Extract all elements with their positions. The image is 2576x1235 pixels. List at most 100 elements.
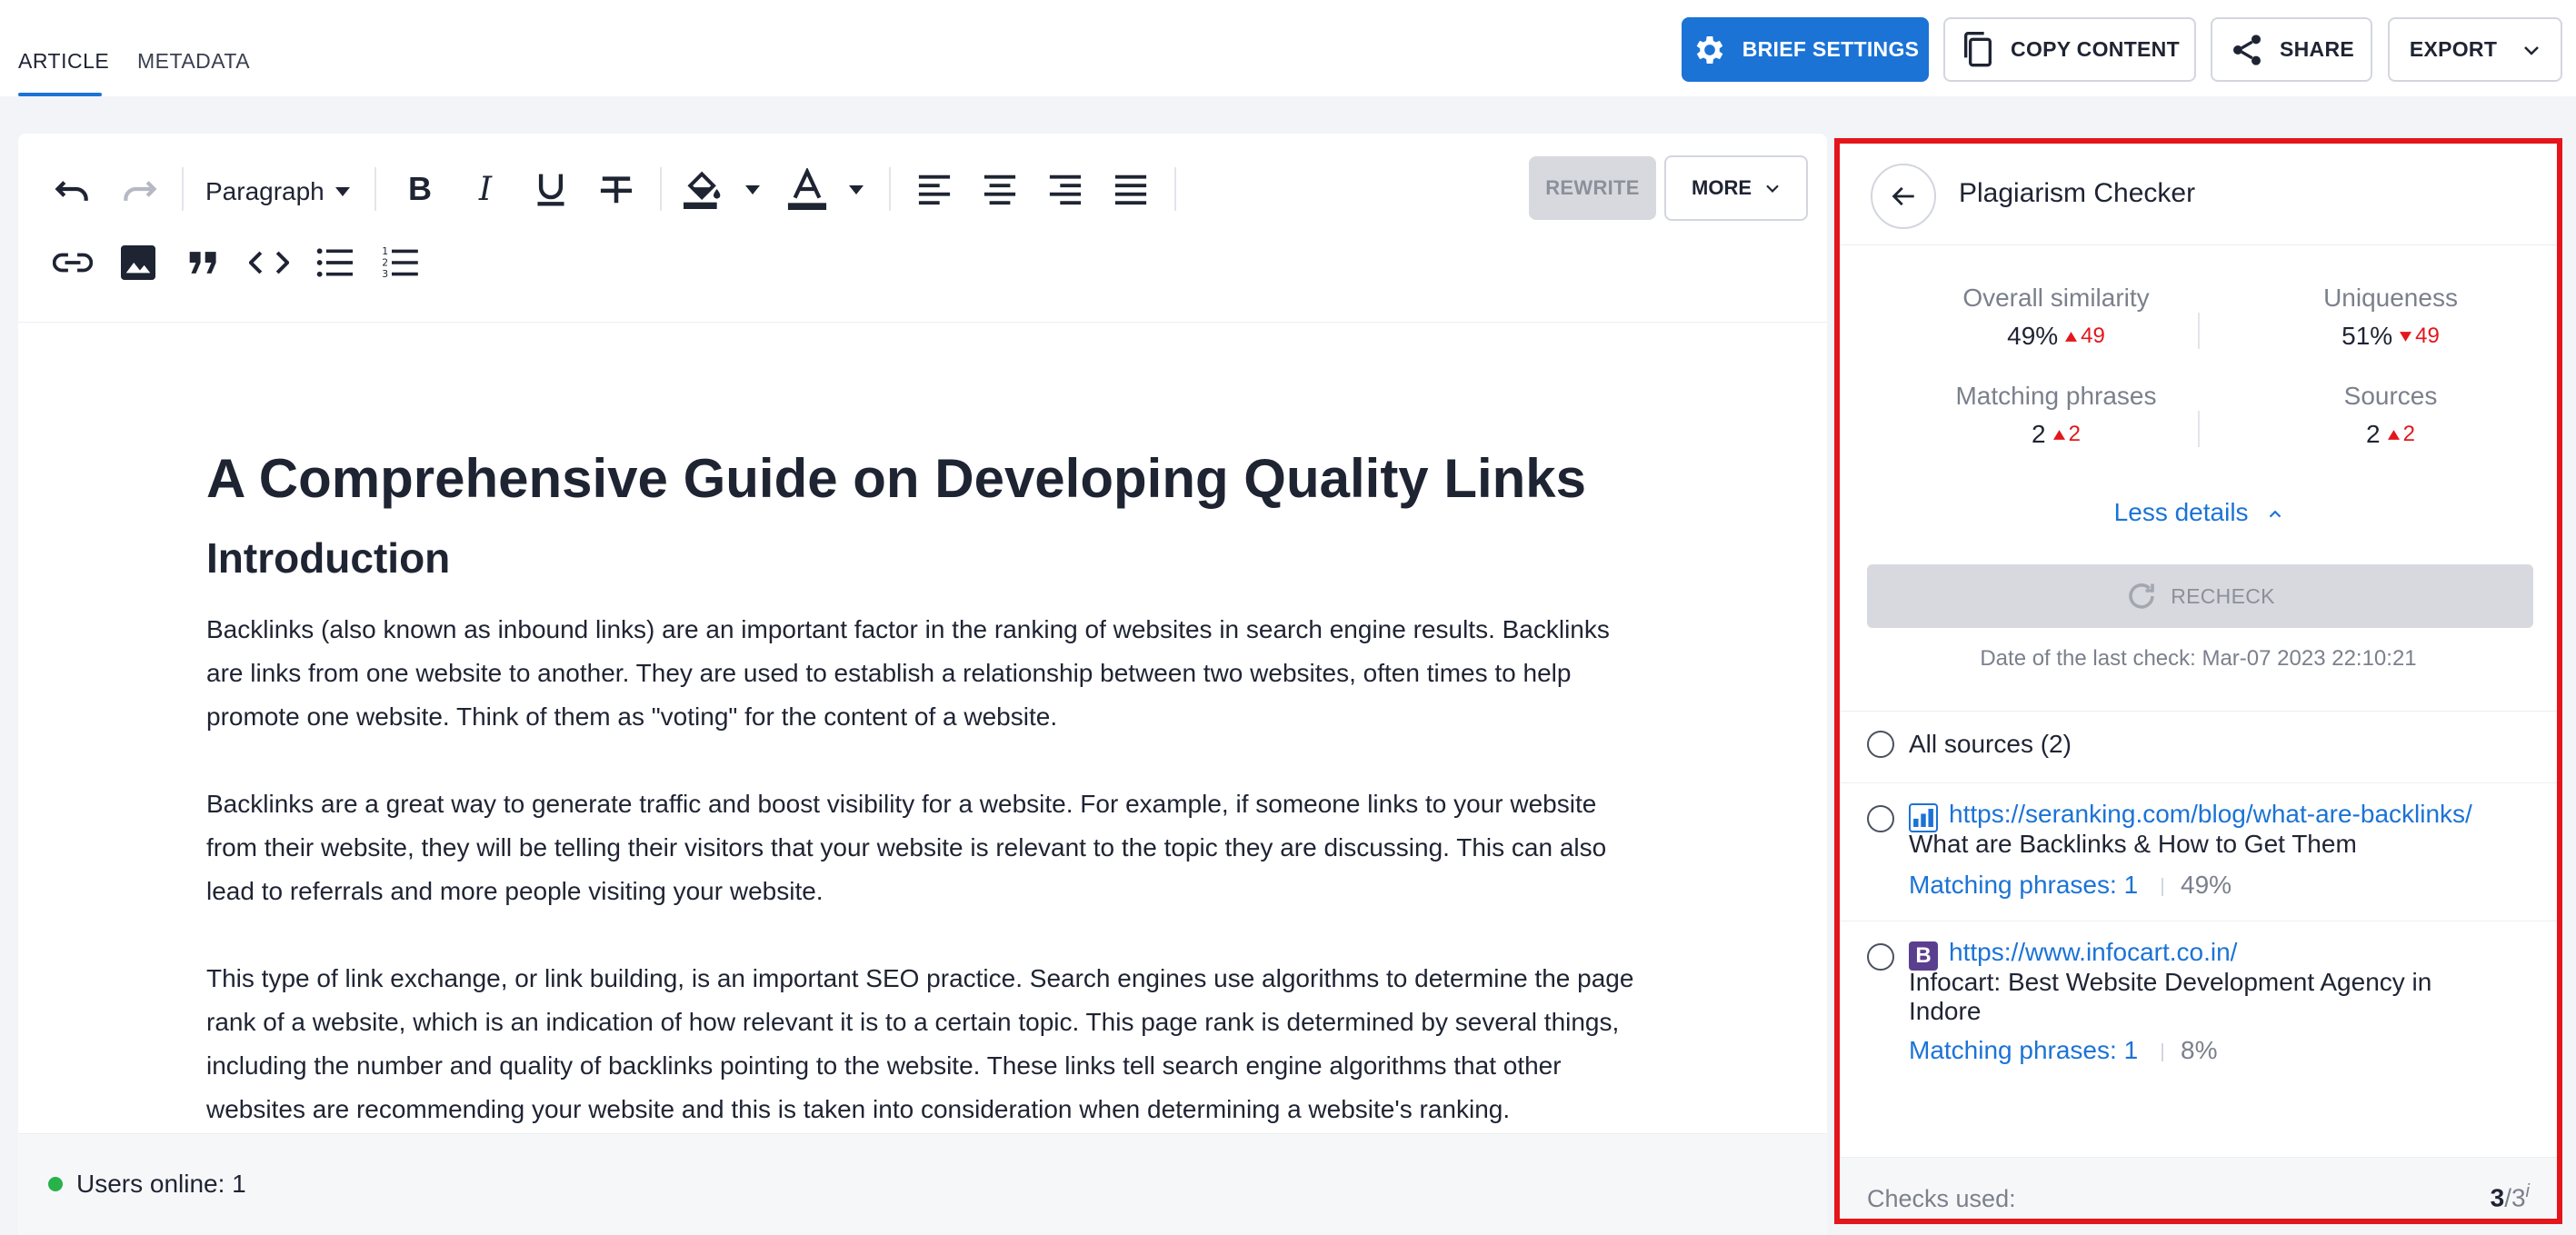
divider xyxy=(1840,711,2557,712)
stat-value: 2 xyxy=(2032,420,2046,448)
redo-icon[interactable] xyxy=(112,162,166,216)
image-icon[interactable] xyxy=(111,235,165,290)
checks-used-count: 3 xyxy=(2490,1183,2505,1212)
export-label: EXPORT xyxy=(2409,37,2498,61)
stat-label: Uniqueness xyxy=(2323,284,2458,312)
underline-icon[interactable] xyxy=(524,162,578,216)
source-url[interactable]: https://seranking.com/blog/what-are-back… xyxy=(1949,800,2512,829)
stat-overall-similarity: Overall similarity 49% 49 xyxy=(1892,284,2220,351)
strikethrough-icon[interactable] xyxy=(589,162,644,216)
all-sources-label[interactable]: All sources (2) xyxy=(1909,730,2072,759)
align-center-icon[interactable] xyxy=(973,162,1027,216)
source-url[interactable]: https://www.infocart.co.in/ xyxy=(1949,938,2512,967)
info-icon[interactable]: i xyxy=(2526,1181,2530,1201)
divider xyxy=(2162,878,2163,896)
checks-total: /3 xyxy=(2504,1183,2526,1212)
last-check-date: Date of the last check: Mar-07 2023 22:1… xyxy=(1980,646,2417,671)
stat-label: Sources xyxy=(2343,382,2438,410)
quote-icon[interactable] xyxy=(176,235,231,290)
share-icon xyxy=(2232,34,2261,65)
paragraph-style-select[interactable]: Paragraph xyxy=(205,164,350,219)
source-matching-phrases[interactable]: Matching phrases: 1 xyxy=(1909,1036,2138,1065)
copy-icon xyxy=(1964,31,1992,66)
stat-delta: 2 xyxy=(2068,422,2081,446)
source-percent: 8% xyxy=(2181,1036,2218,1064)
less-details-label: Less details xyxy=(2113,498,2249,526)
brief-settings-button[interactable]: BRIEF SETTINGS xyxy=(1682,17,1929,82)
gear-icon xyxy=(1696,35,1723,64)
italic-icon[interactable]: I xyxy=(458,162,513,216)
caret-down-icon[interactable] xyxy=(849,185,864,194)
stat-label: Matching phrases xyxy=(1955,382,2157,410)
toolbar-divider xyxy=(374,167,376,211)
copy-content-button[interactable]: COPY CONTENT xyxy=(1943,17,2196,82)
stat-delta: 49 xyxy=(2415,324,2440,348)
editor-toolbar: Paragraph B I REWRITE MORE 1 2 3 xyxy=(18,134,1827,323)
letter-b-favicon: B xyxy=(1909,941,1938,971)
source-radio[interactable] xyxy=(1867,805,1894,832)
stat-label: Overall similarity xyxy=(1962,284,2150,312)
stat-sources: Sources 2 2 xyxy=(2227,382,2554,449)
users-online: Users online: 1 xyxy=(76,1170,246,1198)
recheck-button[interactable]: RECHECK xyxy=(1867,564,2533,628)
panel-header: Plagiarism Checker xyxy=(1840,144,2557,245)
bullet-list-icon[interactable] xyxy=(307,235,362,290)
top-bar: ARTICLE METADATA BRIEF SETTINGS COPY CON… xyxy=(0,0,2576,96)
numbered-list-icon[interactable]: 123 xyxy=(373,235,427,290)
code-icon[interactable] xyxy=(242,235,296,290)
chevron-down-icon xyxy=(2524,45,2540,55)
active-tab-indicator xyxy=(18,93,102,96)
triangle-up-icon xyxy=(2065,331,2078,342)
toolbar-divider xyxy=(889,167,891,211)
online-status-dot xyxy=(48,1177,63,1191)
plagiarism-checker-panel: Plagiarism Checker Overall similarity 49… xyxy=(1834,138,2562,1224)
toolbar-divider xyxy=(182,167,184,211)
arrow-left-icon xyxy=(1892,186,1914,206)
tab-metadata[interactable]: METADATA xyxy=(137,49,250,74)
recheck-label: RECHECK xyxy=(2171,583,2275,608)
refresh-icon xyxy=(2129,583,2155,609)
align-justify-icon[interactable] xyxy=(1103,162,1158,216)
svg-text:2: 2 xyxy=(382,257,388,269)
rewrite-button[interactable]: REWRITE xyxy=(1529,156,1656,220)
caret-down-icon[interactable] xyxy=(745,185,760,194)
svg-text:3: 3 xyxy=(382,268,388,279)
stat-delta: 2 xyxy=(2402,422,2415,446)
toolbar-divider xyxy=(660,167,662,211)
source-title: Infocart: Best Website Development Agenc… xyxy=(1909,968,2432,1025)
back-button[interactable] xyxy=(1871,164,1936,229)
stat-delta: 49 xyxy=(2081,324,2105,348)
link-icon[interactable] xyxy=(45,235,100,290)
highlight-color-icon[interactable] xyxy=(676,162,731,216)
source-radio[interactable] xyxy=(1867,943,1894,971)
export-dropdown-button[interactable]: EXPORT xyxy=(2388,17,2562,82)
divider xyxy=(1840,782,2557,783)
brief-settings-label: BRIEF SETTINGS xyxy=(1742,37,1920,61)
stat-value: 51% xyxy=(2341,322,2393,350)
share-button[interactable]: SHARE xyxy=(2211,17,2372,82)
chevron-up-icon xyxy=(2270,510,2281,518)
align-left-icon[interactable] xyxy=(907,162,962,216)
align-right-icon[interactable] xyxy=(1038,162,1093,216)
more-label: MORE xyxy=(1692,176,1752,199)
article-title: A Comprehensive Guide on Developing Qual… xyxy=(206,448,1587,509)
article-heading: Introduction xyxy=(206,534,451,582)
toolbar-divider xyxy=(1174,167,1176,211)
tab-article[interactable]: ARTICLE xyxy=(18,49,109,74)
bold-icon[interactable]: B xyxy=(393,162,447,216)
article-content[interactable]: A Comprehensive Guide on Developing Qual… xyxy=(206,443,1661,1131)
triangle-down-icon xyxy=(2400,331,2412,342)
checks-used-label: Checks used: xyxy=(1867,1185,2016,1212)
all-sources-radio[interactable] xyxy=(1867,731,1894,758)
undo-icon[interactable] xyxy=(45,162,100,216)
stat-divider xyxy=(2198,411,2200,447)
less-details-toggle[interactable]: Less details xyxy=(1840,498,2557,527)
more-dropdown-button[interactable]: MORE xyxy=(1664,155,1808,221)
stat-divider xyxy=(2198,313,2200,349)
source-matching-phrases[interactable]: Matching phrases: 1 xyxy=(1909,871,2138,900)
triangle-up-icon xyxy=(2052,429,2065,440)
text-color-icon[interactable] xyxy=(780,162,834,216)
article-editor: Paragraph B I REWRITE MORE 1 2 3 A Compr… xyxy=(18,134,1827,1235)
source-percent: 49% xyxy=(2181,871,2232,899)
copy-content-label: COPY CONTENT xyxy=(2011,37,2180,61)
